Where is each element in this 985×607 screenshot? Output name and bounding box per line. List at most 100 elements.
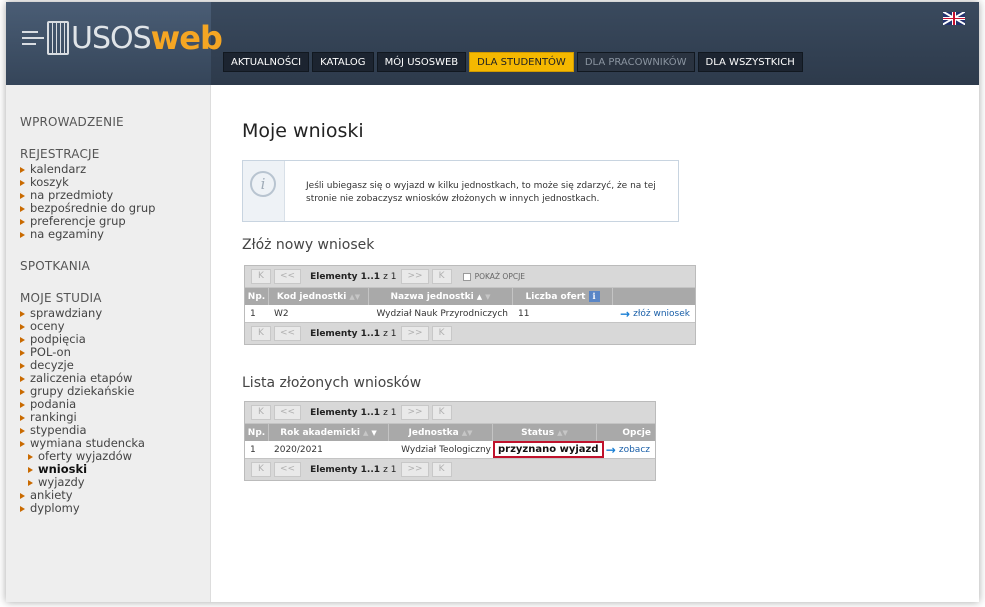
bullet-icon	[20, 192, 25, 199]
bullet-icon	[28, 466, 33, 473]
uk-flag-icon[interactable]	[943, 12, 965, 25]
cell-action: → złóż wniosek	[613, 305, 695, 322]
checkbox-icon	[462, 272, 471, 281]
sort-icon[interactable]: ▲	[363, 429, 368, 437]
bullet-icon	[20, 388, 25, 395]
view-application-link[interactable]: → zobacz	[606, 443, 650, 457]
show-options-toggle[interactable]: POKAŻ OPCJE	[462, 272, 525, 281]
tab-katalog[interactable]: KATALOG	[312, 52, 374, 72]
first-page-button[interactable]: K	[251, 326, 271, 341]
last-page-button[interactable]: K	[431, 405, 452, 420]
bullet-icon	[20, 349, 25, 356]
sort-icon[interactable]: ▲▼	[557, 429, 568, 437]
tab-dla-studentow[interactable]: DLA STUDENTÓW	[469, 52, 574, 72]
first-page-button[interactable]: K	[251, 405, 271, 420]
cell-status: przyznano wyjazd	[493, 441, 604, 458]
sidebar-section-wprowadzenie: WPROWADZENIE	[20, 115, 210, 129]
logo-lines-icon	[22, 29, 44, 47]
sidebar-item-dyplomy[interactable]: dyplomy	[20, 502, 210, 515]
main-nav: AKTUALNOŚCI KATALOG MÓJ USOSWEB DLA STUD…	[223, 52, 803, 72]
arrow-right-icon: →	[605, 442, 616, 457]
next-page-button[interactable]: >>	[401, 462, 429, 477]
prev-page-button[interactable]: <<	[274, 405, 302, 420]
tab-moj-usosweb[interactable]: MÓJ USOSWEB	[376, 52, 467, 72]
first-page-button[interactable]: K	[251, 462, 271, 477]
header: USOS web AKTUALNOŚCI KATALOG MÓJ USOSWEB…	[6, 2, 979, 85]
header-status[interactable]: Status ▲▼	[493, 424, 597, 441]
next-page-button[interactable]: >>	[401, 326, 429, 341]
cell-opcje: → zobacz	[597, 441, 655, 458]
last-page-button[interactable]: K	[431, 462, 452, 477]
sidebar-heading-moje-studia[interactable]: MOJE STUDIA	[20, 291, 210, 305]
header-rok-akademicki[interactable]: Rok akademicki ▲ ▼	[269, 424, 389, 441]
pager-label: Elementy 1..1 z 1	[310, 328, 397, 339]
submit-application-link[interactable]: → złóż wniosek	[620, 307, 690, 321]
header-jednostka[interactable]: Jednostka ▲▼	[389, 424, 493, 441]
bullet-icon	[28, 453, 33, 460]
table-row: 1 W2 Wydział Nauk Przyrodniczych 11 → złó…	[245, 305, 695, 322]
prev-page-button[interactable]: <<	[274, 269, 302, 284]
sort-icon[interactable]: ▼	[371, 429, 376, 437]
bullet-icon	[20, 505, 25, 512]
cell-nazwa: Wydział Nauk Przyrodniczych	[376, 308, 508, 319]
bullet-icon	[20, 375, 25, 382]
usosweb-logo[interactable]: USOS web	[22, 18, 223, 58]
sort-icon[interactable]: ▲	[477, 293, 482, 301]
bullet-icon	[20, 323, 25, 330]
sidebar-heading-rejestracje[interactable]: REJESTRACJE	[20, 147, 210, 161]
header-nazwa-jednostki[interactable]: Nazwa jednostki ▲ ▼	[369, 288, 513, 305]
sidebar-section-spotkania: SPOTKANIA	[20, 259, 210, 273]
last-page-button[interactable]: K	[431, 269, 452, 284]
logo-text-usos: USOS	[71, 20, 152, 56]
sort-icon[interactable]: ▲▼	[349, 293, 360, 301]
status-badge: przyznano wyjazd	[493, 441, 604, 458]
table-row: 1 2020/2021 Wydział Teologiczny przyznan…	[245, 441, 655, 458]
tab-dla-wszystkich[interactable]: DLA WSZYSTKICH	[697, 52, 803, 72]
info-icon[interactable]: i	[588, 291, 600, 302]
header-np: Np.	[245, 288, 269, 305]
info-icon: i	[250, 171, 276, 197]
first-page-button[interactable]: K	[251, 269, 271, 284]
last-page-button[interactable]: K	[431, 326, 452, 341]
pager-bottom: K << Elementy 1..1 z 1 >> K	[245, 458, 655, 480]
pager-top: K << Elementy 1..1 z 1 >> K	[245, 402, 655, 424]
cell-jednostka: Wydział Teologiczny	[401, 444, 491, 455]
sidebar-section-rejestracje: REJESTRACJE kalendarz koszyk na przedmio…	[20, 147, 210, 241]
bullet-icon	[20, 166, 25, 173]
bullet-icon	[20, 401, 25, 408]
bullet-icon	[28, 479, 33, 486]
next-page-button[interactable]: >>	[401, 405, 429, 420]
sidebar: WPROWADZENIE REJESTRACJE kalendarz koszy…	[6, 85, 211, 602]
sidebar-section-moje-studia: MOJE STUDIA sprawdziany oceny podpięcia …	[20, 291, 210, 515]
header-liczba-ofert: Liczba ofert i	[513, 288, 613, 305]
prev-page-button[interactable]: <<	[274, 326, 302, 341]
cell-np: 1	[250, 308, 256, 319]
info-box: i Jeśli ubiegasz się o wyjazd w kilku je…	[242, 160, 679, 222]
prev-page-button[interactable]: <<	[274, 462, 302, 477]
arrow-right-icon: →	[620, 306, 631, 321]
bullet-icon	[20, 179, 25, 186]
application-list-heading: Lista złożonych wniosków	[242, 375, 422, 391]
header-opcje: Opcje	[622, 427, 651, 438]
cell-rok: 2020/2021	[274, 444, 323, 455]
bullet-icon	[20, 414, 25, 421]
sort-icon[interactable]: ▲▼	[462, 429, 473, 437]
cell-kod: W2	[274, 308, 289, 319]
tab-aktualnosci[interactable]: AKTUALNOŚCI	[223, 52, 310, 72]
sidebar-heading-wprowadzenie[interactable]: WPROWADZENIE	[20, 115, 210, 129]
bullet-icon	[20, 427, 25, 434]
sort-icon[interactable]: ▼	[485, 293, 490, 301]
sidebar-heading-spotkania[interactable]: SPOTKANIA	[20, 259, 210, 273]
bullet-icon	[20, 231, 25, 238]
bullet-icon	[20, 310, 25, 317]
tab-dla-pracownikow[interactable]: DLA PRACOWNIKÓW	[576, 52, 695, 72]
header-kod-jednostki[interactable]: Kod jednostki ▲▼	[269, 288, 369, 305]
application-list-table: K << Elementy 1..1 z 1 >> K Np. Rok akad…	[244, 401, 656, 481]
bullet-icon	[20, 218, 25, 225]
sidebar-item-na-egzaminy[interactable]: na egzaminy	[20, 228, 210, 241]
next-page-button[interactable]: >>	[401, 269, 429, 284]
header-np: Np.	[245, 424, 269, 441]
bullet-icon	[20, 362, 25, 369]
bullet-icon	[20, 492, 25, 499]
pager-label: Elementy 1..1 z 1	[310, 407, 397, 418]
